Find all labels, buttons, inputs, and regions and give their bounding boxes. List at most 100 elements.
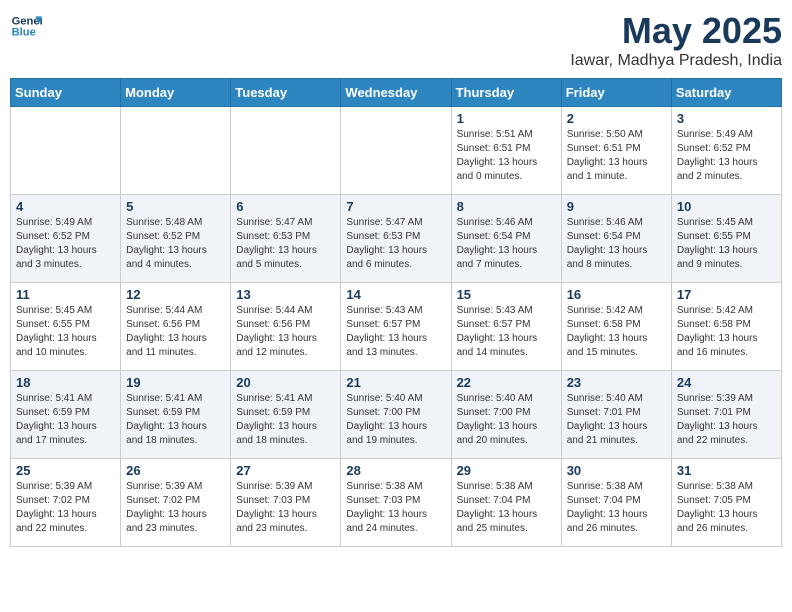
- day-info: Sunrise: 5:49 AM Sunset: 6:52 PM Dayligh…: [677, 128, 776, 184]
- day-cell: 16 Sunrise: 5:42 AM Sunset: 6:58 PM Dayli…: [561, 283, 671, 371]
- day-cell: [121, 107, 231, 195]
- day-number: 25: [16, 463, 115, 478]
- calendar-title: May 2025: [570, 10, 782, 52]
- weekday-header-friday: Friday: [561, 79, 671, 107]
- calendar-table: SundayMondayTuesdayWednesdayThursdayFrid…: [10, 78, 782, 547]
- day-info: Sunrise: 5:47 AM Sunset: 6:53 PM Dayligh…: [346, 216, 445, 272]
- day-cell: 14Sunrise: 5:43 AM Sunset: 6:57 PM Dayli…: [341, 283, 451, 371]
- day-info: Sunrise: 5:38 AM Sunset: 7:05 PM Dayligh…: [677, 480, 776, 536]
- day-cell: 22Sunrise: 5:40 AM Sunset: 7:00 PM Dayli…: [451, 371, 561, 459]
- weekday-header-thursday: Thursday: [451, 79, 561, 107]
- day-number: 19: [126, 375, 225, 390]
- day-number: 22: [457, 375, 556, 390]
- day-number: 29: [457, 463, 556, 478]
- day-number: 18: [16, 375, 115, 390]
- week-row-4: 18 Sunrise: 5:41 AM Sunset: 6:59 PM Dayli…: [11, 371, 782, 459]
- day-cell: 7 Sunrise: 5:47 AM Sunset: 6:53 PM Daylig…: [341, 195, 451, 283]
- day-cell: 3 Sunrise: 5:49 AM Sunset: 6:52 PM Daylig…: [671, 107, 781, 195]
- day-cell: 29 Sunrise: 5:38 AM Sunset: 7:04 PM Dayli…: [451, 459, 561, 547]
- day-cell: 9 Sunrise: 5:46 AM Sunset: 6:54 PM Daylig…: [561, 195, 671, 283]
- day-cell: [231, 107, 341, 195]
- day-cell: 10Sunrise: 5:45 AM Sunset: 6:55 PM Dayli…: [671, 195, 781, 283]
- weekday-header-saturday: Saturday: [671, 79, 781, 107]
- day-cell: 23 Sunrise: 5:40 AM Sunset: 7:01 PM Dayli…: [561, 371, 671, 459]
- day-number: 3: [677, 111, 776, 126]
- day-info: Sunrise: 5:46 AM Sunset: 6:54 PM Dayligh…: [457, 216, 556, 272]
- day-number: 10: [677, 199, 776, 214]
- day-info: Sunrise: 5:44 AM Sunset: 6:56 PM Dayligh…: [236, 304, 335, 360]
- week-row-2: 4 Sunrise: 5:49 AM Sunset: 6:52 PM Daylig…: [11, 195, 782, 283]
- day-info: Sunrise: 5:40 AM Sunset: 7:00 PM Dayligh…: [346, 392, 445, 448]
- day-cell: 11 Sunrise: 5:45 AM Sunset: 6:55 PM Dayli…: [11, 283, 121, 371]
- day-info: Sunrise: 5:38 AM Sunset: 7:04 PM Dayligh…: [457, 480, 556, 536]
- day-info: Sunrise: 5:40 AM Sunset: 7:01 PM Dayligh…: [567, 392, 666, 448]
- day-cell: 15 Sunrise: 5:43 AM Sunset: 6:57 PM Dayli…: [451, 283, 561, 371]
- day-info: Sunrise: 5:51 AM Sunset: 6:51 PM Dayligh…: [457, 128, 556, 184]
- day-cell: 27 Sunrise: 5:39 AM Sunset: 7:03 PM Dayli…: [231, 459, 341, 547]
- day-cell: 20Sunrise: 5:41 AM Sunset: 6:59 PM Dayli…: [231, 371, 341, 459]
- day-cell: 12 Sunrise: 5:44 AM Sunset: 6:56 PM Dayli…: [121, 283, 231, 371]
- day-number: 15: [457, 287, 556, 302]
- logo-icon: General Blue: [10, 10, 42, 42]
- day-number: 30: [567, 463, 666, 478]
- day-cell: 24 Sunrise: 5:39 AM Sunset: 7:01 PM Dayli…: [671, 371, 781, 459]
- day-info: Sunrise: 5:45 AM Sunset: 6:55 PM Dayligh…: [16, 304, 115, 360]
- day-number: 1: [457, 111, 556, 126]
- day-cell: 25Sunrise: 5:39 AM Sunset: 7:02 PM Dayli…: [11, 459, 121, 547]
- day-info: Sunrise: 5:39 AM Sunset: 7:03 PM Dayligh…: [236, 480, 335, 536]
- day-number: 24: [677, 375, 776, 390]
- day-number: 5: [126, 199, 225, 214]
- logo: General Blue: [10, 10, 42, 42]
- day-cell: 19 Sunrise: 5:41 AM Sunset: 6:59 PM Dayli…: [121, 371, 231, 459]
- day-cell: 18 Sunrise: 5:41 AM Sunset: 6:59 PM Dayli…: [11, 371, 121, 459]
- day-info: Sunrise: 5:41 AM Sunset: 6:59 PM Dayligh…: [126, 392, 225, 448]
- day-number: 12: [126, 287, 225, 302]
- day-info: Sunrise: 5:42 AM Sunset: 6:58 PM Dayligh…: [567, 304, 666, 360]
- week-row-3: 11 Sunrise: 5:45 AM Sunset: 6:55 PM Dayli…: [11, 283, 782, 371]
- day-info: Sunrise: 5:44 AM Sunset: 6:56 PM Dayligh…: [126, 304, 225, 360]
- day-number: 31: [677, 463, 776, 478]
- day-info: Sunrise: 5:50 AM Sunset: 6:51 PM Dayligh…: [567, 128, 666, 184]
- svg-text:Blue: Blue: [12, 27, 36, 39]
- page-header: General Blue May 2025 Iawar, Madhya Prad…: [10, 10, 782, 70]
- day-number: 6: [236, 199, 335, 214]
- day-cell: 6 Sunrise: 5:47 AM Sunset: 6:53 PM Daylig…: [231, 195, 341, 283]
- day-info: Sunrise: 5:42 AM Sunset: 6:58 PM Dayligh…: [677, 304, 776, 360]
- day-number: 27: [236, 463, 335, 478]
- day-info: Sunrise: 5:43 AM Sunset: 6:57 PM Dayligh…: [457, 304, 556, 360]
- day-cell: [11, 107, 121, 195]
- day-number: 13: [236, 287, 335, 302]
- day-info: Sunrise: 5:41 AM Sunset: 6:59 PM Dayligh…: [16, 392, 115, 448]
- day-info: Sunrise: 5:39 AM Sunset: 7:02 PM Dayligh…: [126, 480, 225, 536]
- weekday-header-row: SundayMondayTuesdayWednesdayThursdayFrid…: [11, 79, 782, 107]
- day-info: Sunrise: 5:47 AM Sunset: 6:53 PM Dayligh…: [236, 216, 335, 272]
- day-info: Sunrise: 5:41 AM Sunset: 6:59 PM Dayligh…: [236, 392, 335, 448]
- day-number: 16: [567, 287, 666, 302]
- day-number: 28: [346, 463, 445, 478]
- day-cell: 5Sunrise: 5:48 AM Sunset: 6:52 PM Daylig…: [121, 195, 231, 283]
- day-cell: 31 Sunrise: 5:38 AM Sunset: 7:05 PM Dayli…: [671, 459, 781, 547]
- weekday-header-monday: Monday: [121, 79, 231, 107]
- calendar-subtitle: Iawar, Madhya Pradesh, India: [570, 52, 782, 70]
- day-number: 21: [346, 375, 445, 390]
- weekday-header-sunday: Sunday: [11, 79, 121, 107]
- day-info: Sunrise: 5:39 AM Sunset: 7:01 PM Dayligh…: [677, 392, 776, 448]
- day-info: Sunrise: 5:46 AM Sunset: 6:54 PM Dayligh…: [567, 216, 666, 272]
- day-number: 7: [346, 199, 445, 214]
- day-number: 9: [567, 199, 666, 214]
- day-cell: 17 Sunrise: 5:42 AM Sunset: 6:58 PM Dayli…: [671, 283, 781, 371]
- day-cell: 4 Sunrise: 5:49 AM Sunset: 6:52 PM Daylig…: [11, 195, 121, 283]
- day-number: 23: [567, 375, 666, 390]
- day-number: 14: [346, 287, 445, 302]
- day-cell: [341, 107, 451, 195]
- day-cell: 30Sunrise: 5:38 AM Sunset: 7:04 PM Dayli…: [561, 459, 671, 547]
- day-number: 17: [677, 287, 776, 302]
- day-info: Sunrise: 5:38 AM Sunset: 7:03 PM Dayligh…: [346, 480, 445, 536]
- day-number: 4: [16, 199, 115, 214]
- day-cell: 1 Sunrise: 5:51 AM Sunset: 6:51 PM Daylig…: [451, 107, 561, 195]
- day-number: 11: [16, 287, 115, 302]
- weekday-header-tuesday: Tuesday: [231, 79, 341, 107]
- day-cell: 2Sunrise: 5:50 AM Sunset: 6:51 PM Daylig…: [561, 107, 671, 195]
- day-info: Sunrise: 5:49 AM Sunset: 6:52 PM Dayligh…: [16, 216, 115, 272]
- day-number: 26: [126, 463, 225, 478]
